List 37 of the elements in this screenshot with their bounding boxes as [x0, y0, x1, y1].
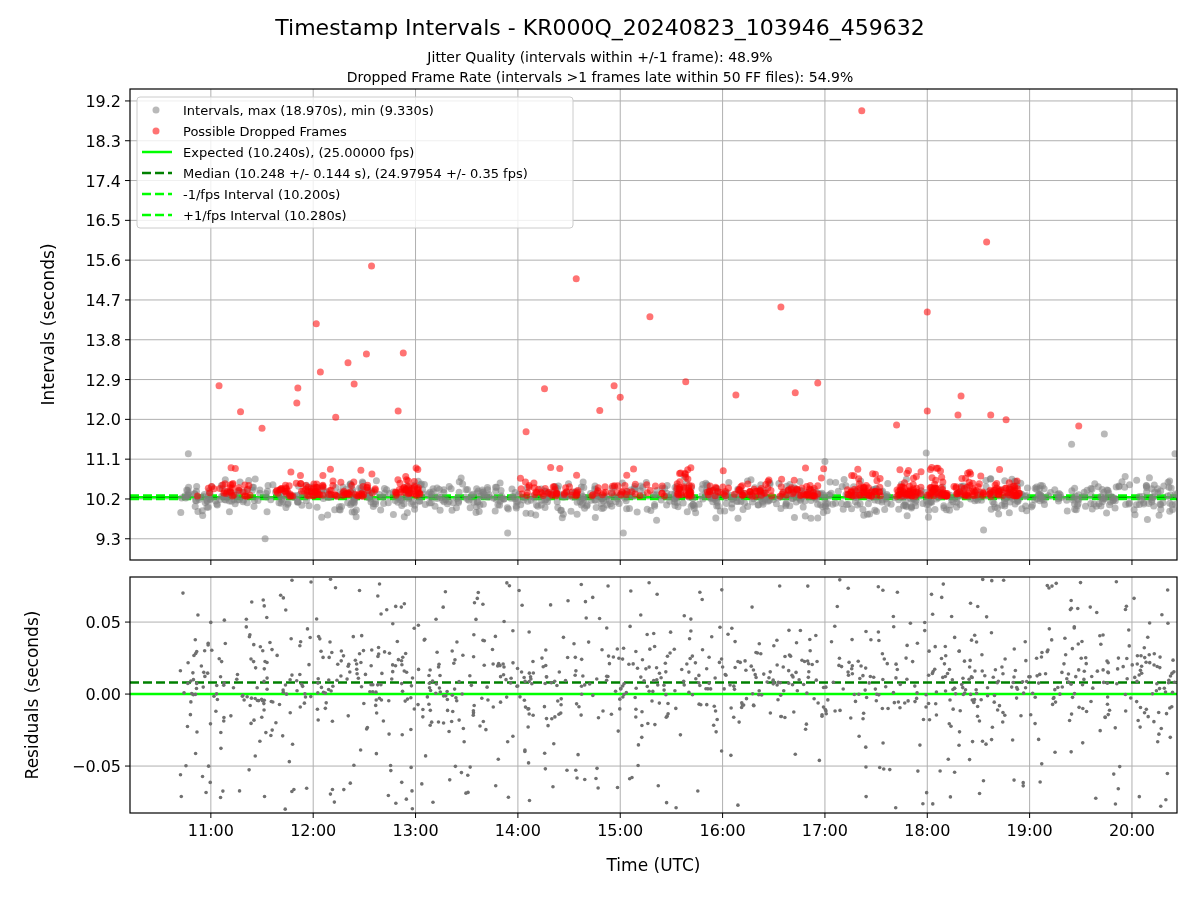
legend-label: Median (10.248 +/- 0.144 s), (24.97954 +/- 0.35 fps)	[183, 165, 528, 181]
y-axis-title: Residuals (seconds)	[22, 610, 42, 780]
y-tick-label: 12.0	[85, 410, 121, 430]
x-tick-label: 15:00	[597, 821, 644, 840]
y-tick-label: 14.7	[85, 290, 121, 310]
y-tick-label: 15.6	[85, 251, 121, 271]
x-tick-label: 18:00	[904, 821, 951, 840]
y-tick-label: 0.00	[85, 685, 121, 705]
legend-label: Intervals, max (18.970s), min (9.330s)	[183, 102, 434, 118]
y-tick-label: 17.4	[85, 171, 121, 191]
y-tick-label: 11.1	[85, 450, 121, 470]
y-tick-label: 13.8	[85, 330, 121, 350]
legend-label: Expected (10.240s), (25.00000 fps)	[183, 144, 415, 160]
legend-label: Possible Dropped Frames	[183, 123, 347, 139]
y-tick-label: 12.9	[85, 370, 121, 390]
x-tick-label: 12:00	[290, 821, 337, 840]
x-axis-title: Time (UTC)	[606, 855, 701, 875]
x-tick-label: 14:00	[494, 821, 541, 840]
y-tick-label: −0.05	[71, 757, 121, 777]
chart-title: Timestamp Intervals - KR000Q_20240823_103946_459632	[275, 15, 925, 41]
x-tick-label: 20:00	[1108, 821, 1155, 840]
x-tick-label: 17:00	[801, 821, 848, 840]
y-tick-label: 9.3	[95, 529, 121, 549]
y-tick-label: 19.2	[85, 91, 121, 111]
chart-subtitle: Jitter Quality (intervals within +/-1 frame): 48.9%	[427, 48, 773, 67]
y-tick-label: 16.5	[85, 211, 121, 231]
legend-label: -1/fps Interval (10.200s)	[183, 186, 341, 202]
y-tick-label: 0.05	[85, 613, 121, 633]
x-tick-label: 19:00	[1006, 821, 1053, 840]
y-tick-label: 18.3	[85, 131, 121, 151]
x-tick-label: 16:00	[699, 821, 746, 840]
y-axis-title: Intervals (seconds)	[38, 243, 58, 406]
y-tick-label: 10.2	[85, 489, 121, 509]
x-tick-label: 11:00	[187, 821, 234, 840]
chart-subtitle: Dropped Frame Rate (intervals >1 frames late within 50 FF files): 54.9%	[346, 68, 854, 87]
legend-label: +1/fps Interval (10.280s)	[183, 207, 347, 223]
x-tick-label: 13:00	[392, 821, 439, 840]
